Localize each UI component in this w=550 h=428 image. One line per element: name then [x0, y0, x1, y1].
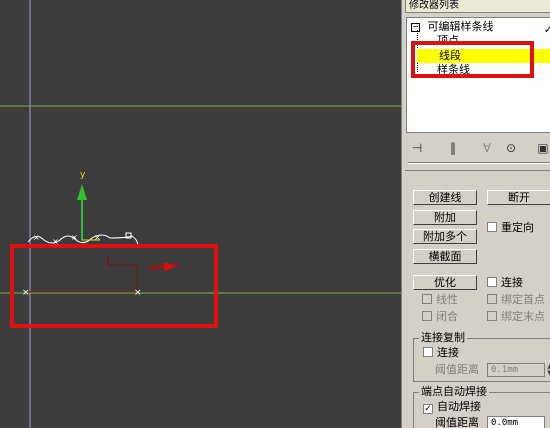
bind-last-checkbox[interactable]: 绑定末点: [487, 310, 545, 324]
break-button[interactable]: 断开: [487, 190, 550, 205]
linear-label: 线性: [436, 293, 458, 306]
svg-text:×: ×: [22, 288, 30, 298]
svg-text:×: ×: [94, 233, 101, 242]
highlight-overlay: [411, 41, 534, 78]
segment-x-arrowhead: [164, 262, 176, 272]
reorient-label: 重定向: [501, 221, 534, 234]
command-panel: 修改器列表 − 可编辑样条线 ✓ 顶点 线段 样条线 ⊣ ‖ ∀ ⊙ ▣ 创建线…: [401, 0, 550, 428]
gizmo-y-label: y: [80, 170, 86, 180]
selected-segment-shape: [27, 256, 138, 293]
svg-text:×: ×: [33, 233, 40, 242]
connect-copy-label: 连接: [437, 346, 459, 359]
weld-threshold-field[interactable]: 0.0mm: [487, 416, 545, 428]
reorient-checkbox[interactable]: 重定向: [487, 221, 534, 235]
geometry-rollout: 创建线 断开 附加 重定向 附加多个 横截面 优化 连接 线性 绑定首点 闭合 …: [405, 170, 550, 428]
show-end-result-icon[interactable]: ‖: [444, 140, 462, 156]
remove-modifier-icon[interactable]: ⊙: [502, 140, 520, 156]
viewport-perspective[interactable]: × × × × × × y: [0, 0, 401, 428]
stack-toolbar: ⊣ ‖ ∀ ⊙ ▣: [406, 138, 550, 164]
connect-box[interactable]: [487, 277, 497, 287]
svg-text:×: ×: [134, 288, 142, 298]
bind-last-label: 绑定末点: [501, 310, 545, 323]
viewport-canvas[interactable]: × × × × × × y: [0, 0, 401, 428]
make-unique-icon[interactable]: ∀: [478, 140, 496, 156]
attach-multiple-button[interactable]: 附加多个: [413, 229, 477, 244]
bind-last-box[interactable]: [487, 311, 497, 321]
end-weld-title: 端点自动焊接: [419, 385, 489, 399]
connect-copy-box[interactable]: [423, 347, 433, 357]
highlight-box-stack: [411, 41, 534, 78]
connect-threshold-label: 阈值距离: [435, 363, 479, 376]
optimize-button[interactable]: 优化: [413, 275, 477, 290]
reorient-box[interactable]: [487, 222, 497, 232]
connect-copy-checkbox[interactable]: 连接: [423, 346, 459, 360]
linear-checkbox[interactable]: 线性: [422, 293, 458, 307]
closed-box[interactable]: [422, 311, 432, 321]
create-line-button[interactable]: 创建线: [413, 190, 477, 205]
bind-first-checkbox[interactable]: 绑定首点: [487, 293, 545, 307]
highlight-box-viewport: [10, 244, 218, 328]
connect-threshold-spinner-icon[interactable]: ▲▼: [546, 363, 550, 377]
connect-label: 连接: [501, 276, 523, 289]
cross-section-button[interactable]: 横截面: [413, 249, 477, 264]
rollout-header[interactable]: [405, 170, 550, 183]
gizmo-y-arrowhead: [77, 184, 87, 200]
auto-weld-label: 自动焊接: [437, 400, 481, 413]
auto-weld-box[interactable]: ✓: [423, 404, 433, 414]
bind-first-box[interactable]: [487, 294, 497, 304]
attach-button[interactable]: 附加: [413, 210, 477, 225]
auto-weld-checkbox[interactable]: ✓ 自动焊接: [423, 400, 481, 414]
weld-threshold-label: 阈值距离: [435, 416, 479, 428]
connect-copy-title: 连接复制: [419, 331, 467, 345]
closed-label: 闭合: [436, 310, 458, 323]
connect-checkbox[interactable]: 连接: [487, 276, 523, 290]
closed-checkbox[interactable]: 闭合: [422, 310, 458, 324]
configure-sets-icon[interactable]: ▣: [534, 140, 550, 156]
toolbar-divider: [408, 162, 550, 164]
pin-stack-icon[interactable]: ⊣: [408, 140, 426, 156]
svg-text:×: ×: [71, 233, 78, 242]
connect-threshold-field[interactable]: 0.1mm: [487, 363, 545, 377]
linear-box[interactable]: [422, 294, 432, 304]
bind-first-label: 绑定首点: [501, 293, 545, 306]
